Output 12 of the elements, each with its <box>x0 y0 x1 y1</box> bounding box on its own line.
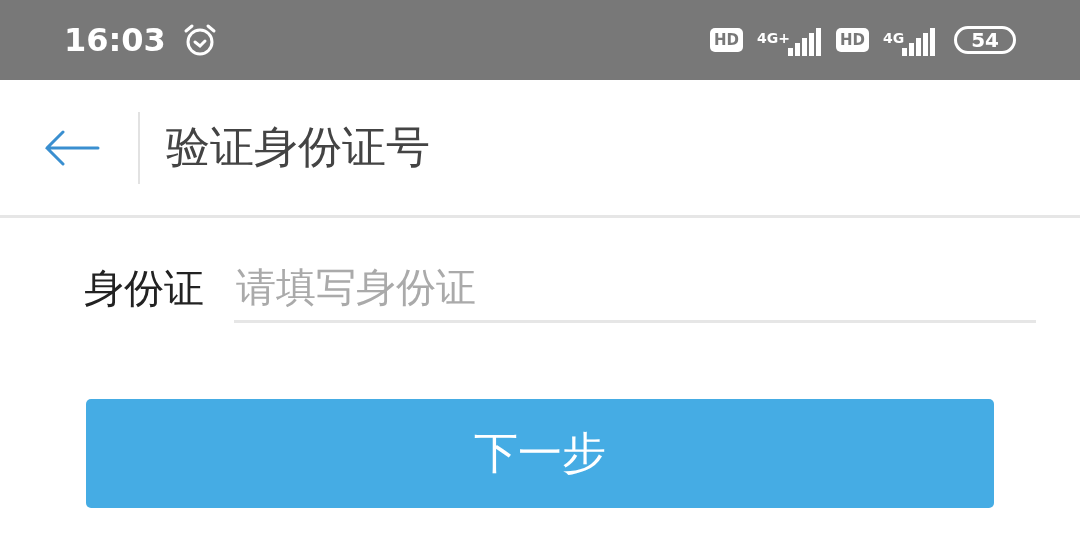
network-type: 4G <box>882 30 905 46</box>
next-step-button[interactable]: 下一步 <box>86 399 994 508</box>
hd-badge: HD <box>835 28 869 52</box>
signal-icon <box>787 28 822 56</box>
battery-indicator: 54 <box>954 26 1016 54</box>
clock-time: 16:03 <box>64 21 166 59</box>
hd-badge: HD <box>709 28 743 52</box>
signal-icon <box>902 28 937 56</box>
page-title: 验证身份证号 <box>166 120 430 174</box>
back-arrow-icon[interactable] <box>44 129 100 166</box>
network-type: 4G+ <box>756 30 790 46</box>
field-label: 身份证 <box>84 264 204 313</box>
